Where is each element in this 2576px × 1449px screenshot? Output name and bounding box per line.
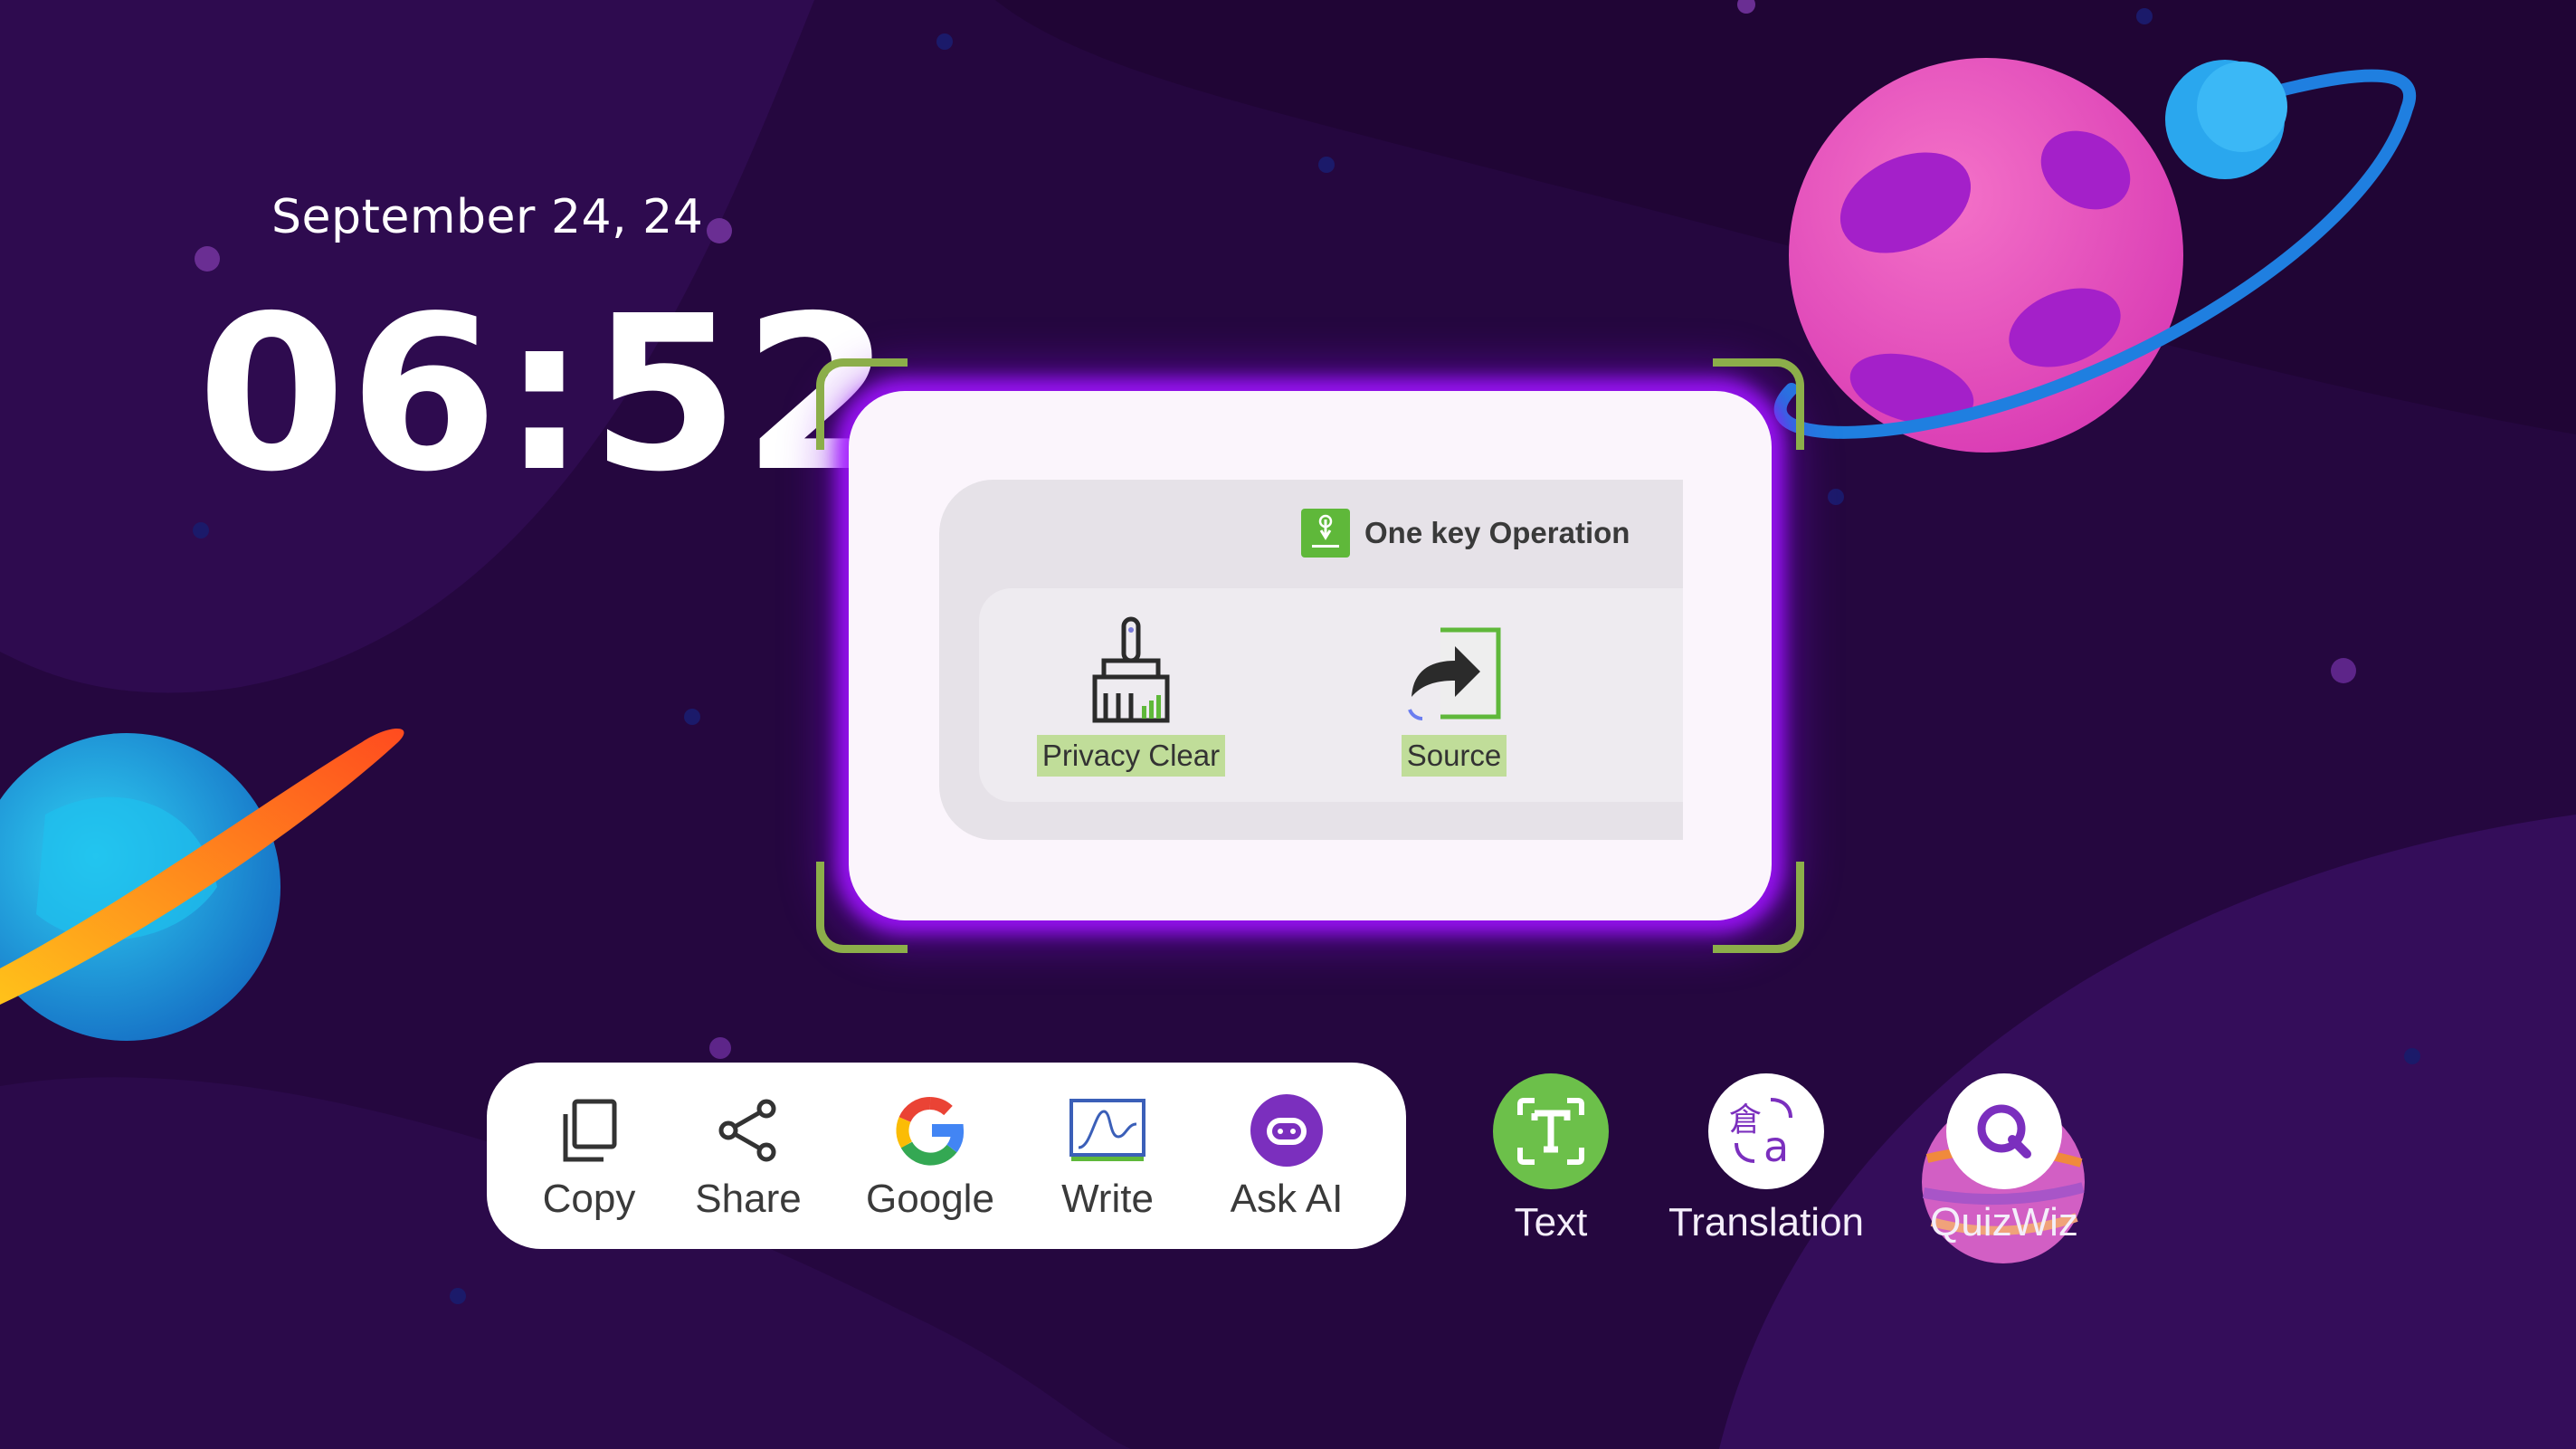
source-item: Source (1355, 615, 1554, 777)
translate-icon: 倉 a (1708, 1073, 1824, 1189)
privacy-clear-label: Privacy Clear (1036, 735, 1226, 777)
one-key-operation-icon (1301, 509, 1350, 558)
write-icon (1031, 1090, 1184, 1171)
capture-preview[interactable]: One key Operation Privacy Clear Source (816, 358, 1804, 953)
quizwiz-search-icon (1946, 1073, 2062, 1189)
one-key-operation-panel: One key Operation Privacy Clear Source (939, 480, 1683, 840)
text-scan-icon (1493, 1073, 1609, 1189)
translation-label: Translation (1668, 1200, 1865, 1244)
google-icon (853, 1090, 1007, 1171)
copy-button[interactable]: Copy (512, 1090, 666, 1222)
clock-time: 06:52 (197, 270, 896, 519)
copy-label: Copy (542, 1177, 636, 1221)
copy-icon (512, 1090, 666, 1171)
ask-ai-label: Ask AI (1230, 1177, 1344, 1221)
svg-text:a: a (1763, 1122, 1789, 1171)
crop-handle-top-left[interactable] (816, 358, 908, 450)
one-key-operation-header: One key Operation (1301, 509, 1630, 558)
translation-button[interactable]: 倉 a Translation (1640, 1073, 1893, 1245)
crop-handle-bottom-left[interactable] (816, 862, 908, 953)
svg-text:倉: 倉 (1729, 1101, 1762, 1139)
share-icon (671, 1090, 825, 1171)
quizwiz-label: QuizWiz (1930, 1200, 2078, 1244)
privacy-clear-item: Privacy Clear (1031, 615, 1231, 777)
broom-icon (1031, 615, 1231, 724)
google-button[interactable]: Google (853, 1090, 1007, 1222)
write-label: Write (1061, 1177, 1154, 1221)
share-label: Share (695, 1177, 802, 1221)
date-label: September 24, 24 (271, 190, 704, 244)
quizwiz-button[interactable]: QuizWiz (1877, 1073, 2131, 1245)
source-arrow-icon (1355, 615, 1554, 724)
one-key-operation-title: One key Operation (1364, 516, 1630, 549)
crop-handle-bottom-right[interactable] (1713, 862, 1804, 953)
ask-ai-button[interactable]: Ask AI (1210, 1090, 1364, 1222)
source-label: Source (1401, 735, 1507, 777)
action-toolbar: Copy Share Google Write Ask AI (487, 1063, 1406, 1249)
google-label: Google (866, 1177, 994, 1221)
write-button[interactable]: Write (1031, 1090, 1184, 1222)
robot-icon (1210, 1090, 1364, 1171)
crop-handle-top-right[interactable] (1713, 358, 1804, 450)
one-key-operation-items: Privacy Clear Source (979, 588, 1683, 802)
share-button[interactable]: Share (671, 1090, 825, 1222)
